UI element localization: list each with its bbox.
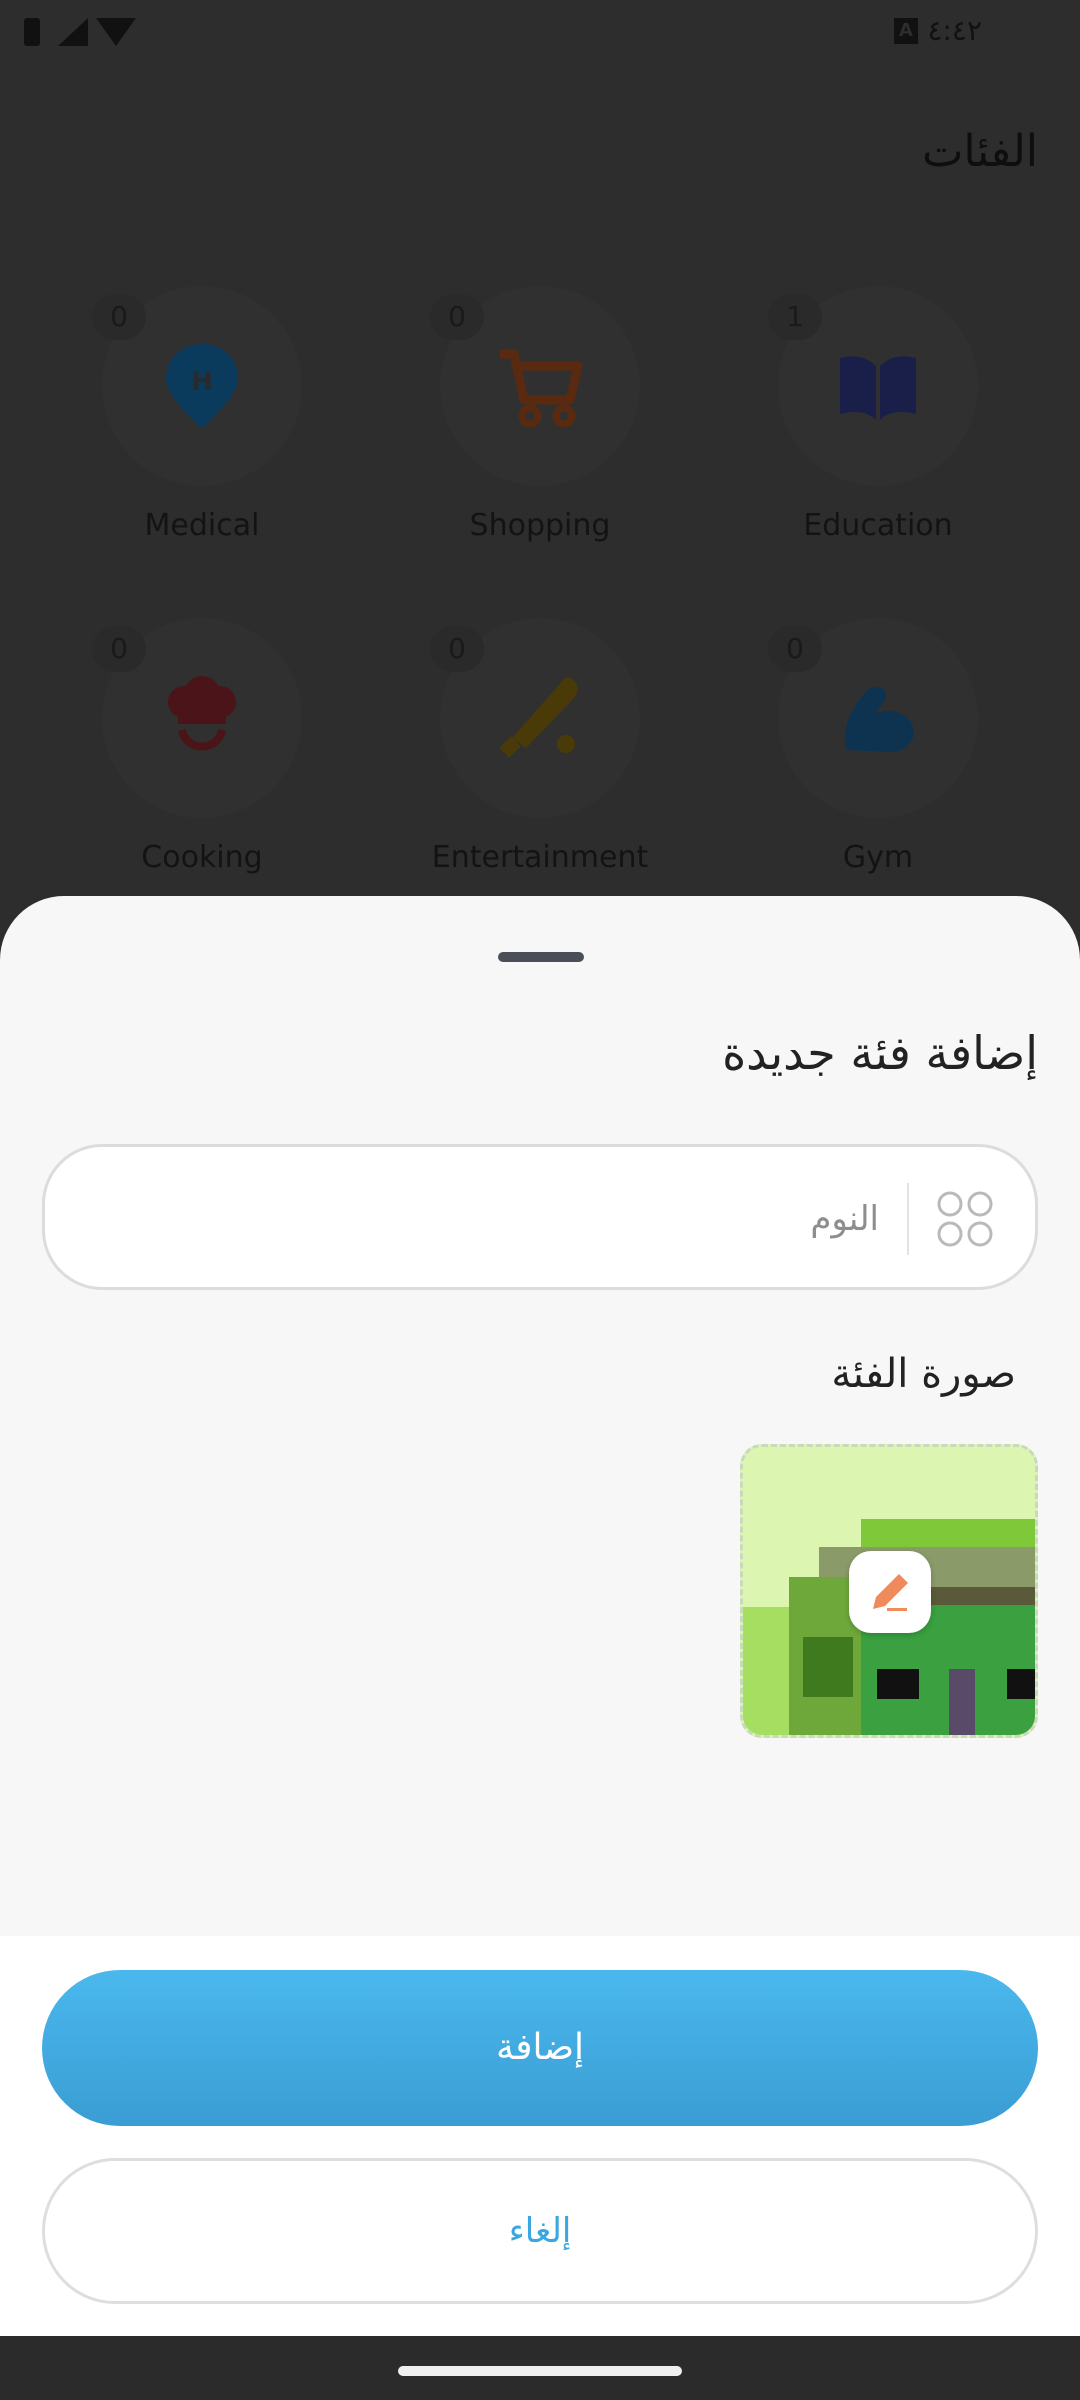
category-cooking[interactable]: 0 Cooking (52, 618, 352, 918)
category-name-field[interactable] (42, 1144, 1038, 1290)
edit-image-button[interactable] (849, 1551, 931, 1633)
category-label: Education (803, 508, 953, 543)
pencil-icon (873, 1574, 908, 1611)
category-image-picker[interactable] (740, 1444, 1038, 1738)
category-gym[interactable]: 0 Gym (728, 618, 1028, 918)
navigation-bar (0, 2336, 1080, 2400)
notification-badge: A (894, 18, 918, 44)
page-title: الفئات (922, 126, 1038, 177)
count-badge: 0 (92, 294, 146, 340)
sheet-title: إضافة فئة جديدة (722, 1026, 1038, 1080)
field-divider (907, 1183, 909, 1255)
count-badge: 1 (768, 294, 822, 340)
chef-hat-icon (168, 676, 236, 751)
signal-icon (58, 18, 88, 46)
wifi-icon (96, 18, 136, 46)
image-roof (861, 1519, 1035, 1547)
flexed-arm-icon (844, 686, 914, 752)
cancel-button[interactable]: إلغاء (42, 2158, 1038, 2304)
category-label: Cooking (141, 840, 263, 875)
categories-page: الفئات 0 H Medical 0 Shopping 1 Educatio… (0, 64, 1080, 964)
baseball-bat-icon (499, 677, 578, 758)
category-label: Gym (842, 840, 914, 875)
svg-text:H: H (191, 367, 213, 397)
image-window-right (1007, 1669, 1035, 1699)
category-image-label: صورة الفئة (831, 1351, 1016, 1397)
category-name-input[interactable] (119, 1187, 879, 1251)
count-badge: 0 (430, 626, 484, 672)
image-door (949, 1669, 975, 1735)
category-shopping[interactable]: 0 Shopping (390, 286, 690, 586)
category-medical[interactable]: 0 H Medical (52, 286, 352, 586)
category-grid-icon[interactable] (935, 1189, 995, 1249)
category-label: Entertainment (431, 840, 649, 875)
status-bar: A ٤:٤٢ (0, 0, 1080, 64)
open-book-icon (840, 356, 916, 420)
image-left-grass (743, 1607, 789, 1735)
count-badge: 0 (92, 626, 146, 672)
add-category-sheet: إضافة فئة جديدة صورة الفئة (0, 896, 1080, 1936)
add-button[interactable]: إضافة (42, 1970, 1038, 2126)
count-badge: 0 (430, 294, 484, 340)
image-shadow (803, 1637, 853, 1697)
category-label: Shopping (469, 508, 611, 543)
battery-icon (24, 18, 40, 46)
drag-handle[interactable] (498, 952, 584, 962)
category-entertainment[interactable]: 0 Entertainment (390, 618, 690, 918)
shopping-cart-icon (500, 349, 583, 428)
category-education[interactable]: 1 Education (728, 286, 1028, 586)
image-window-left (877, 1669, 919, 1699)
category-label: Medical (144, 508, 260, 543)
home-gesture-handle[interactable] (398, 2366, 682, 2376)
action-area: إضافة إلغاء (0, 1936, 1080, 2336)
hospital-pin-icon: H (166, 344, 238, 428)
clock: ٤:٤٢ (927, 14, 982, 47)
count-badge: 0 (768, 626, 822, 672)
